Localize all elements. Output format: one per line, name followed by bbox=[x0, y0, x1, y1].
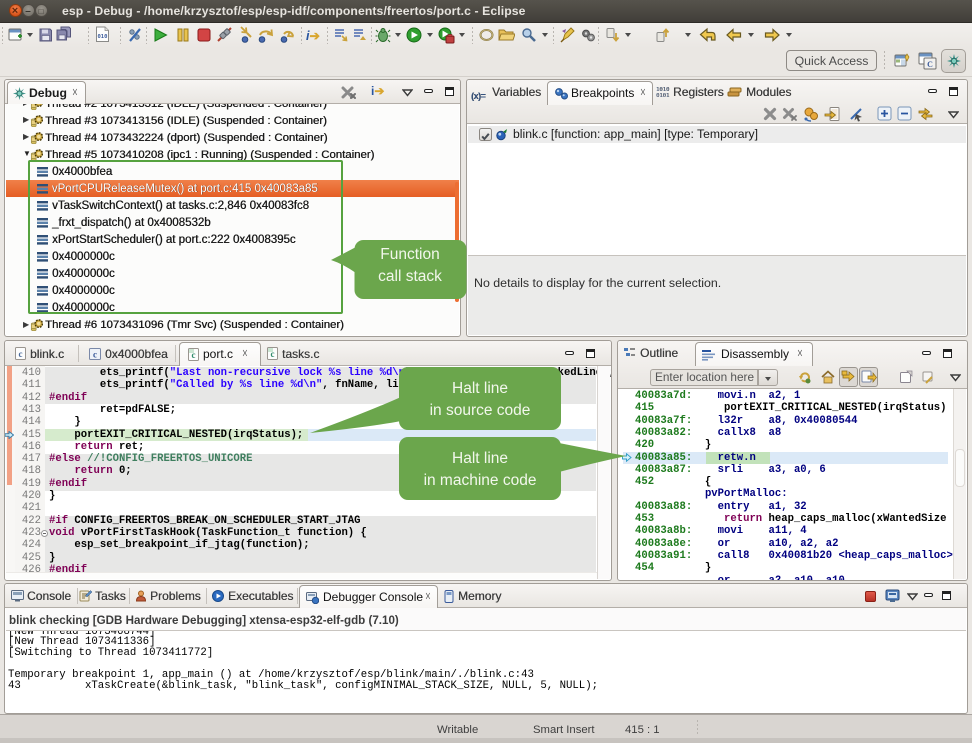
svg-text:0101: 0101 bbox=[656, 93, 669, 98]
svg-text:c: c bbox=[93, 350, 97, 360]
svg-text:Halt line: Halt line bbox=[452, 450, 508, 467]
svg-text:010: 010 bbox=[98, 34, 108, 40]
svg-text:C: C bbox=[927, 60, 933, 69]
svg-text:in source code: in source code bbox=[430, 402, 531, 419]
svg-text:in machine code: in machine code bbox=[424, 472, 537, 489]
svg-text:call stack: call stack bbox=[378, 268, 442, 285]
svg-text:Function: Function bbox=[380, 246, 439, 263]
svg-text:c: c bbox=[19, 349, 23, 359]
svg-text:Halt line: Halt line bbox=[452, 380, 508, 397]
